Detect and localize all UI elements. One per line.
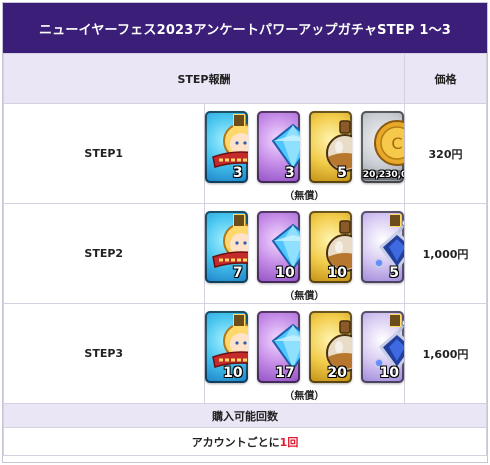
price-column-header: 価格	[404, 53, 487, 104]
reward-cell: 7 10 10 5 （無償）	[203, 203, 405, 304]
item-count: 20	[327, 364, 347, 381]
item-count: 7	[232, 264, 243, 281]
panel-title: ニューイヤーフェス2023アンケートパワーアップガチャSTEP 1〜3	[3, 3, 487, 53]
purchase-limit-count: 1回	[279, 435, 299, 449]
free-note: （無償）	[284, 190, 325, 202]
item-count: 3	[232, 164, 243, 181]
item-count: 10	[275, 264, 295, 281]
step-price: 320円	[404, 103, 487, 204]
table-row: STEP1 3 3 5 C 20,230,000 （無償） 320円	[3, 103, 487, 204]
reward-item-tile: 20	[308, 310, 352, 383]
free-note: （無償）	[284, 290, 325, 302]
step-label: STEP1	[3, 103, 205, 204]
rarity-badge-icon	[232, 213, 245, 227]
purchase-limit-label: 購入可能回数	[3, 403, 487, 428]
reward-item-tile: 10	[308, 210, 352, 283]
purchase-limit-label-row: 購入可能回数	[3, 403, 487, 428]
reward-item-tile: 17	[256, 310, 300, 383]
reward-item-tile: 7	[204, 210, 248, 283]
rarity-badge-icon	[232, 313, 245, 327]
step-label: STEP3	[3, 303, 205, 404]
reward-column-header: STEP報酬	[3, 53, 405, 104]
reward-item-tile: 10	[204, 310, 248, 383]
item-count: 17	[275, 364, 295, 381]
step-price: 1,600円	[404, 303, 487, 404]
item-count: 20,230,000	[362, 169, 404, 180]
purchase-limit-value: アカウントごとに1回	[3, 427, 487, 456]
step-price: 1,000円	[404, 203, 487, 304]
item-count: 10	[379, 364, 399, 381]
reward-item-tile: 10	[256, 210, 300, 283]
item-count: 3	[285, 164, 295, 181]
reward-item-tile: 5	[308, 110, 352, 183]
reward-item-tile: 3	[204, 110, 248, 183]
reward-item-tile: 3	[256, 110, 300, 183]
item-count: 10	[223, 364, 243, 381]
reward-item-tile: 5	[360, 210, 404, 283]
item-count: 10	[327, 264, 347, 281]
reward-items: 10 17 20 10	[204, 309, 404, 383]
reward-cell: 3 3 5 C 20,230,000 （無償）	[203, 103, 405, 204]
item-count: 5	[337, 164, 347, 181]
table-header-row: STEP報酬 価格	[3, 53, 487, 104]
table-row: STEP3 10 17 20 10 （無償） 1,600円	[3, 303, 487, 404]
svg-text:C: C	[391, 134, 402, 153]
reward-items: 7 10 10 5	[204, 209, 404, 283]
reward-item-tile: 10	[360, 310, 404, 383]
step-label: STEP2	[3, 203, 205, 304]
purchase-limit-value-row: アカウントごとに1回	[3, 427, 487, 456]
reward-cell: 10 17 20 10 （無償）	[203, 303, 405, 404]
rarity-badge-icon	[232, 113, 245, 127]
rarity-badge-icon	[389, 213, 401, 227]
table-row: STEP2 7 10 10 5 （無償） 1,000円	[3, 203, 487, 304]
free-note: （無償）	[284, 390, 325, 402]
purchase-limit-prefix: アカウントごとに	[191, 435, 280, 449]
item-count: 5	[389, 264, 399, 281]
step-reward-table: STEP報酬 価格 STEP1 3 3 5 C 20,230,000 （無償） 320円…	[3, 53, 487, 456]
rarity-badge-icon	[389, 313, 401, 327]
reward-item-tile: C 20,230,000	[360, 110, 404, 183]
reward-items: 3 3 5 C 20,230,000	[204, 109, 404, 183]
gacha-info-panel: ニューイヤーフェス2023アンケートパワーアップガチャSTEP 1〜3 STEP…	[2, 2, 488, 463]
